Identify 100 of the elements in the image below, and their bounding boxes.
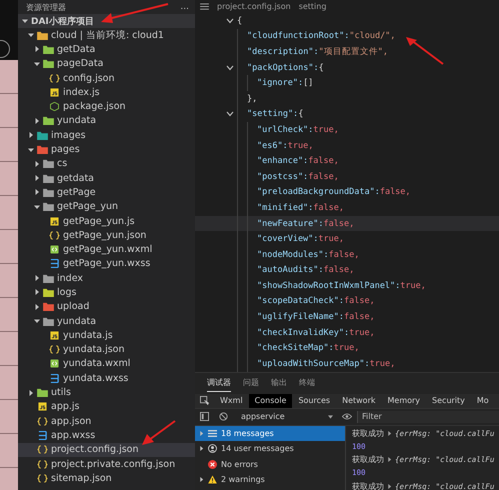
folder-item[interactable]: upload xyxy=(18,300,195,314)
panel-tab[interactable]: 输出 xyxy=(271,374,287,392)
stylesheet-icon xyxy=(49,259,60,268)
file-item[interactable]: getPage_yun.wxml xyxy=(18,242,195,257)
annotation-arrow xyxy=(405,36,445,66)
folder-item[interactable]: getPage xyxy=(18,185,195,200)
file-item[interactable]: project.config.json xyxy=(18,442,195,457)
code-line: "coverView":true, xyxy=(257,234,344,244)
folder-icon xyxy=(37,145,48,154)
warning-icon xyxy=(208,475,217,484)
folder-icon xyxy=(43,174,54,183)
panel-tab[interactable]: 调试器 xyxy=(207,374,231,392)
folder-icon xyxy=(43,274,54,283)
expand-caret-icon[interactable] xyxy=(387,484,392,488)
file-item[interactable]: getPage_yun.wxss xyxy=(18,256,195,272)
context-dropdown[interactable]: appservice xyxy=(233,412,337,422)
code-line: "description":"项目配置文件", xyxy=(247,46,388,58)
folder-item[interactable]: getdata xyxy=(18,170,195,186)
dropdown-caret-icon xyxy=(328,414,333,419)
file-item[interactable]: package.json xyxy=(18,99,195,114)
file-item[interactable]: getPage_yun.json xyxy=(18,228,195,242)
folder-icon xyxy=(43,44,54,54)
message-filter-item[interactable]: 18 messages xyxy=(195,426,345,442)
file-item[interactable]: yundata.wxss xyxy=(18,371,195,386)
code-line: }, xyxy=(247,94,258,104)
devtools-tab[interactable]: Sources xyxy=(292,394,336,408)
menu-icon[interactable] xyxy=(200,3,209,10)
annotation-arrow xyxy=(141,419,177,447)
devtools-tab[interactable]: Wxml xyxy=(214,394,249,408)
file-item[interactable]: app.json xyxy=(18,414,195,428)
folder-item[interactable]: images xyxy=(18,128,195,142)
code-line: "urlCheck":true, xyxy=(257,124,339,135)
devtools-tab[interactable]: Mo xyxy=(470,394,495,408)
js-file-icon xyxy=(49,216,60,226)
file-item[interactable]: app.wxss xyxy=(18,428,195,443)
list-icon xyxy=(208,428,217,438)
braces-icon xyxy=(49,230,60,240)
sidebar-toggle-icon[interactable] xyxy=(200,412,209,422)
code-line: "scopeDataCheck":false, xyxy=(257,296,375,306)
folder-item[interactable]: pageData xyxy=(18,56,195,71)
eye-icon[interactable] xyxy=(342,413,352,420)
code-line: "preloadBackgroundData":false, xyxy=(257,187,411,198)
file-item[interactable]: getPage_yun.js xyxy=(18,214,195,228)
braces-icon xyxy=(49,74,60,83)
fold-chevron-icon[interactable] xyxy=(226,64,234,71)
file-item[interactable]: project.private.config.json xyxy=(18,456,195,472)
braces-icon xyxy=(49,345,60,354)
devtools-tab[interactable]: Console xyxy=(248,394,292,408)
file-item[interactable]: yundata.js xyxy=(18,328,195,343)
fold-chevron-icon[interactable] xyxy=(226,111,234,118)
file-item[interactable]: app.js xyxy=(18,400,195,414)
fold-chevron-icon[interactable] xyxy=(226,18,234,24)
folder-item[interactable]: pages xyxy=(18,142,195,157)
code-line: "enhance":false, xyxy=(257,156,339,166)
panel-tab[interactable]: 问题 xyxy=(243,374,259,392)
more-menu[interactable]: ... xyxy=(180,2,189,12)
folder-item[interactable]: yundata xyxy=(18,314,195,328)
folder-item[interactable]: index xyxy=(18,271,195,286)
message-filter-item[interactable]: 14 user messages xyxy=(195,441,345,457)
expand-caret-icon[interactable] xyxy=(387,430,392,436)
code-line: "newFeature":false, xyxy=(257,218,354,229)
code-line: "minified":false, xyxy=(257,202,344,213)
file-item[interactable]: index.js xyxy=(18,85,195,100)
js-file-icon xyxy=(49,330,60,340)
panel-tab[interactable]: 终端 xyxy=(299,374,315,392)
folder-item[interactable]: getData xyxy=(18,42,195,57)
devtools-tab[interactable]: Security xyxy=(426,394,471,408)
inspect-icon[interactable] xyxy=(200,396,209,406)
devtools-tab[interactable]: Memory xyxy=(382,394,426,408)
folder-icon xyxy=(43,202,54,212)
user-icon xyxy=(208,444,217,454)
expand-caret-icon[interactable] xyxy=(387,457,392,462)
folder-icon xyxy=(37,30,48,40)
clear-icon[interactable] xyxy=(219,412,228,422)
breadcrumb-item[interactable]: setting xyxy=(298,2,326,11)
file-item[interactable]: yundata.json xyxy=(18,342,195,357)
file-item[interactable]: yundata.wxml xyxy=(18,356,195,372)
folder-item[interactable]: cs xyxy=(18,156,195,171)
caret-icon xyxy=(22,18,28,24)
file-item[interactable]: config.json xyxy=(18,70,195,86)
breadcrumb-item[interactable]: project.config.json xyxy=(217,2,291,11)
filter-field[interactable]: Filter xyxy=(357,410,499,423)
message-filter-item[interactable]: No errors xyxy=(195,456,345,472)
message-filter-item[interactable]: 2 warnings xyxy=(195,472,345,488)
error-icon xyxy=(208,460,217,469)
folder-item[interactable]: cloud | 当前环境: cloud1 xyxy=(18,28,195,42)
devtools-tab[interactable]: Network xyxy=(336,394,382,408)
folder-item[interactable]: getPage_yun xyxy=(18,200,195,214)
project-header[interactable]: DAI小程序项目 xyxy=(18,14,195,28)
folder-icon xyxy=(37,130,48,140)
js-file-icon xyxy=(37,402,48,412)
folder-item[interactable]: yundata xyxy=(18,114,195,128)
file-item[interactable]: sitemap.json xyxy=(18,471,195,486)
code-file-icon xyxy=(49,359,60,368)
folder-item[interactable]: logs xyxy=(18,285,195,300)
code-line: "uploadWithSourceMap":true, xyxy=(257,358,396,369)
folder-item[interactable]: utils xyxy=(18,385,195,400)
folder-icon xyxy=(43,316,54,326)
braces-icon xyxy=(37,474,48,483)
code-line: "nodeModules":false, xyxy=(257,250,360,260)
